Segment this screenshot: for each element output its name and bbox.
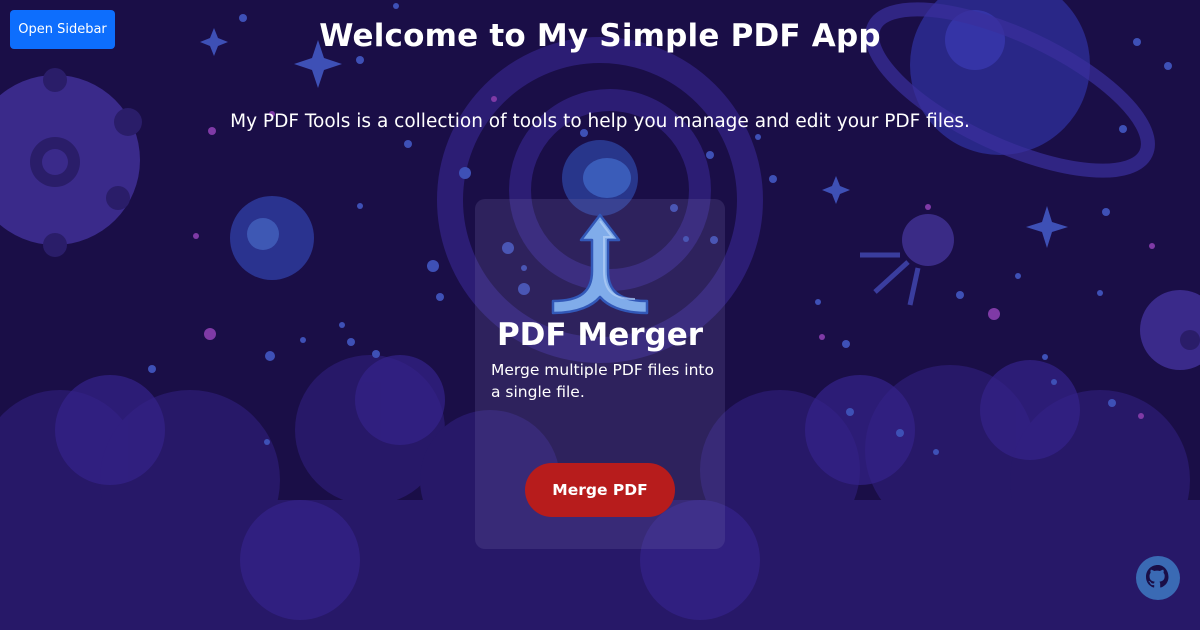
- merge-arrow-icon: [551, 213, 649, 315]
- card-description: Merge multiple PDF files into a single f…: [491, 361, 714, 401]
- page-subtitle: My PDF Tools is a collection of tools to…: [230, 111, 970, 132]
- open-sidebar-button[interactable]: Open Sidebar: [10, 10, 115, 49]
- github-icon: [1136, 556, 1180, 600]
- page-title: Welcome to My Simple PDF App: [319, 18, 881, 54]
- github-link[interactable]: [1136, 556, 1180, 600]
- card-title: PDF Merger: [496, 317, 704, 353]
- pdf-merger-card: PDF Merger Merge multiple PDF files into…: [475, 199, 725, 549]
- merge-pdf-button[interactable]: Merge PDF: [525, 463, 675, 517]
